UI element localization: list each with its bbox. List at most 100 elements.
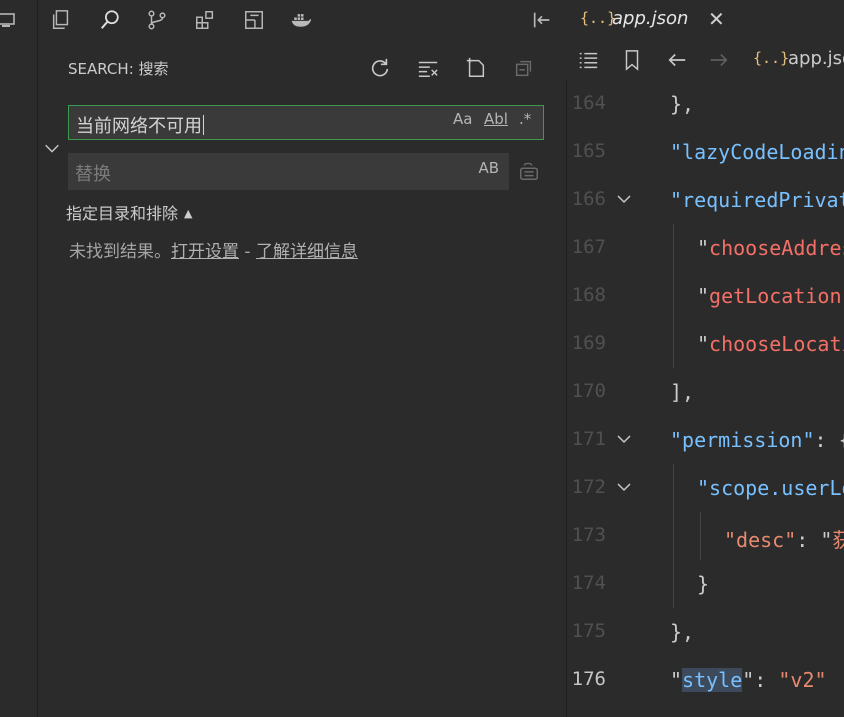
code-line: 176 "style": "v2" <box>566 656 844 704</box>
indent-guide <box>673 512 674 560</box>
code-text: "getLocation", <box>697 284 844 308</box>
code-line: 173 "desc": "获取 <box>566 512 844 560</box>
code-token: " <box>670 668 683 692</box>
code-line: 165 "lazyCodeLoading" <box>566 128 844 176</box>
code-text: "requiredPrivateInfos" <box>670 188 844 212</box>
activity-strip <box>0 0 38 717</box>
refresh-icon[interactable] <box>367 55 393 81</box>
no-results-text: 未找到结果。 <box>69 242 171 262</box>
code-token: getLocation", <box>709 284 844 308</box>
code-line: 168 "getLocation", <box>566 272 844 320</box>
line-number: 175 <box>571 620 606 642</box>
indent-guide <box>673 560 674 608</box>
search-icon[interactable] <box>96 6 124 34</box>
code-token: ], <box>670 380 695 404</box>
collapse-all-icon[interactable] <box>511 55 537 81</box>
code-token: }, <box>670 92 695 116</box>
code-line: 174} <box>566 560 844 608</box>
forward-arrow-icon[interactable] <box>708 49 730 71</box>
source-control-icon[interactable] <box>143 6 171 34</box>
line-number: 172 <box>571 476 606 498</box>
outline-list-icon[interactable] <box>577 49 599 71</box>
editor-tab-bar: {..} app.json ✕ <box>566 0 844 40</box>
new-search-editor-icon[interactable] <box>463 55 489 81</box>
toggle-replace-chevron-icon[interactable] <box>41 137 63 159</box>
code-text: "style": "v2" <box>670 668 827 692</box>
code-line: 164}, <box>566 80 844 128</box>
indent-guide <box>673 272 674 320</box>
line-number: 166 <box>571 188 606 210</box>
code-line: 170], <box>566 368 844 416</box>
code-text: "chooseLocation" <box>697 332 844 356</box>
code-token: "permission" <box>670 428 815 452</box>
line-number: 168 <box>571 284 606 306</box>
json-file-icon: {..} <box>580 9 617 27</box>
code-line: 172 "scope.userLocation" <box>566 464 844 512</box>
code-text: "desc": "获取 <box>724 524 844 553</box>
line-number: 167 <box>571 236 606 258</box>
code-token: " <box>697 332 710 356</box>
layout-icon[interactable] <box>240 6 268 34</box>
preserve-case-toggle[interactable]: AB <box>478 159 499 177</box>
regex-toggle[interactable]: .* <box>519 110 531 128</box>
code-line: 167 "chooseAddress", <box>566 224 844 272</box>
code-text: }, <box>670 92 694 116</box>
code-text: ], <box>670 380 694 404</box>
match-case-toggle[interactable]: Aa <box>453 110 472 128</box>
code-token: "desc" <box>724 528 797 552</box>
line-number: 173 <box>571 524 606 546</box>
line-number: 170 <box>571 380 606 402</box>
search-sidebar: SEARCH: 搜索 当前网络不可用 Aa Abl .* 替换 AB 指定目录和… <box>38 0 565 717</box>
collapse-panel-icon[interactable] <box>528 6 556 34</box>
code-token: : " <box>796 528 833 552</box>
search-result-message: 未找到结果。打开设置 - 了解详细信息 <box>69 237 358 262</box>
code-text: "scope.userLocation" <box>697 476 844 500</box>
code-token: " <box>697 284 710 308</box>
code-token: " <box>697 236 710 260</box>
code-line: 169 "chooseLocation" <box>566 320 844 368</box>
explorer-icon[interactable] <box>47 6 75 34</box>
close-tab-icon[interactable]: ✕ <box>708 7 725 31</box>
line-number: 174 <box>571 572 606 594</box>
open-settings-link[interactable]: 打开设置 <box>171 242 239 262</box>
code-text: "lazyCodeLoading" <box>670 140 844 164</box>
line-number: 164 <box>571 92 606 114</box>
back-arrow-icon[interactable] <box>666 49 688 71</box>
fold-chevron-icon[interactable] <box>615 478 633 496</box>
learn-more-link[interactable]: 了解详细信息 <box>256 242 358 262</box>
separator-text: - <box>239 242 256 262</box>
search-view-title: SEARCH: 搜索 <box>68 60 169 78</box>
line-number: 176 <box>571 668 606 690</box>
code-token: style <box>682 668 743 692</box>
replace-input[interactable]: 替换 AB <box>68 153 509 190</box>
docker-icon[interactable] <box>287 6 315 34</box>
fold-chevron-icon[interactable] <box>615 430 633 448</box>
view-toolbar <box>38 0 565 40</box>
breadcrumb-file-label[interactable]: app.json <box>788 48 844 69</box>
extensions-icon[interactable] <box>191 6 219 34</box>
tab-app-json[interactable]: {..} app.json ✕ <box>566 0 746 40</box>
search-input[interactable]: 当前网络不可用 Aa Abl .* <box>68 105 544 140</box>
line-number: 165 <box>571 140 606 162</box>
indent-guide <box>673 320 674 368</box>
remote-explorer-icon[interactable] <box>0 10 20 30</box>
clear-results-icon[interactable] <box>415 55 441 81</box>
files-to-include-toggle[interactable]: 指定目录和排除 ▲ <box>66 200 192 224</box>
code-area[interactable]: 164}, 165 "lazyCodeLoading" 166 "requiredPri… <box>566 80 844 717</box>
replace-placeholder: 替换 <box>75 164 111 185</box>
bookmark-icon[interactable] <box>621 49 643 71</box>
code-token: }, <box>670 620 695 644</box>
code-token: 获取 <box>832 528 844 552</box>
indent-guide <box>700 512 701 560</box>
code-text: "permission": { <box>670 428 844 452</box>
code-token: "lazyCodeLoading" <box>670 140 844 164</box>
code-token: chooseLocation" <box>709 332 844 356</box>
match-whole-word-toggle[interactable]: Abl <box>484 110 508 128</box>
fold-chevron-icon[interactable] <box>615 190 633 208</box>
code-text: } <box>697 572 709 596</box>
code-token: "scope.userLocation" <box>697 476 844 500</box>
tab-label: app.json <box>612 8 689 29</box>
breadcrumb: {..} app.json <box>566 40 844 80</box>
code-token: "v2" <box>778 668 827 692</box>
replace-all-icon[interactable] <box>515 157 543 185</box>
